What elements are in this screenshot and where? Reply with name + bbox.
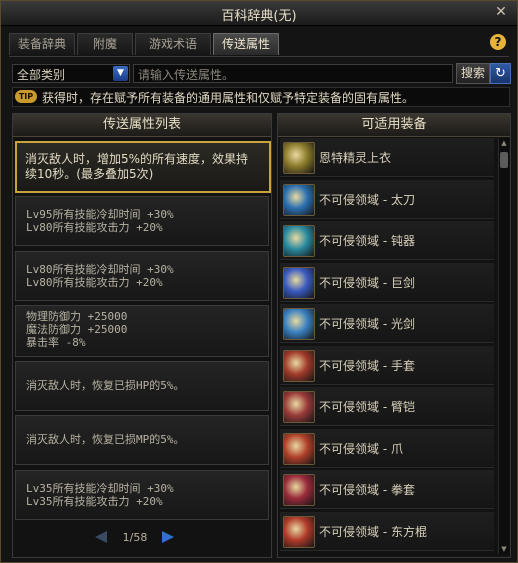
applicable-equipment-panel: 可适用装备 恩特精灵上衣不可侵领域 - 太刀 不可侵领域 - 钝器 不可侵领域 - … — [277, 113, 511, 558]
equipment-name: 不可侵领域 - 爪 — [319, 441, 403, 456]
property-line: 消灭敌人时，恢复已损HP的5%。 — [26, 379, 185, 392]
encyclopedia-window: 百科辞典(无) ✕ 装备辞典 附魔 游戏术语 传送属性 ? 全部类别 ▼ 请输入… — [0, 0, 518, 563]
equipment-item[interactable]: 不可侵领域 - 东方棍 — [280, 511, 494, 551]
divider — [9, 56, 509, 57]
equipment-item[interactable]: 不可侵领域 - 巨剑 — [280, 262, 494, 302]
window-title: 百科辞典(无) — [221, 9, 297, 24]
property-line: Lv80所有技能攻击力 +20% — [26, 276, 163, 289]
property-line: 消灭敌人时，恢复已损MP的5%。 — [26, 433, 185, 446]
search-placeholder: 请输入传送属性。 — [138, 68, 235, 82]
tab-enchant[interactable]: 附魔 — [77, 33, 133, 55]
mace-icon — [283, 225, 315, 257]
equipment-item[interactable]: 恩特精灵上衣 — [280, 138, 494, 177]
glove-icon — [283, 349, 315, 382]
equipment-item[interactable]: 不可侵领域 - 手套 — [280, 345, 494, 385]
next-page-icon[interactable] — [162, 531, 174, 543]
property-item[interactable]: 消灭敌人时，恢复已损HP的5%。 — [15, 361, 269, 411]
tip-bar: TIP 获得时，存在赋予所有装备的通用属性和仅赋予特定装备的固有属性。 — [12, 87, 510, 107]
equipment-item[interactable]: 不可侵领域 - 光剑 — [280, 304, 494, 343]
property-item[interactable]: Lv35所有技能冷却时间 +30% Lv35所有技能攻击力 +20% — [15, 470, 269, 520]
close-icon[interactable]: ✕ — [493, 4, 509, 20]
prev-page-icon[interactable] — [95, 531, 107, 543]
equipment-name: 不可侵领域 - 手套 — [319, 358, 415, 373]
applicable-equipment-header: 可适用装备 — [278, 114, 510, 137]
help-icon[interactable]: ? — [490, 34, 506, 50]
property-line: Lv35所有技能攻击力 +20% — [26, 495, 163, 508]
katana-icon — [283, 183, 315, 216]
equipment-name: 不可侵领域 - 钝器 — [319, 234, 415, 248]
scroll-up-icon[interactable]: ▲ — [500, 138, 508, 148]
equipment-name: 不可侵领域 - 东方棍 — [319, 524, 427, 539]
coat-icon — [283, 142, 315, 174]
equipment-name: 不可侵领域 - 臂铠 — [319, 400, 415, 414]
equipment-name: 不可侵领域 - 光剑 — [319, 317, 415, 331]
page-indicator: 1/58 — [122, 531, 148, 544]
property-line: 物理防御力 +25000 — [26, 310, 128, 323]
scroll-down-icon[interactable]: ▼ — [500, 544, 508, 554]
greatsword-icon — [283, 266, 315, 299]
equipment-name: 不可侵领域 - 拳套 — [319, 483, 415, 497]
equipment-name: 不可侵领域 - 巨剑 — [319, 275, 415, 290]
property-list-header: 传送属性列表 — [13, 114, 271, 137]
scrollbar[interactable]: ▲ ▼ — [498, 138, 509, 554]
tip-icon: TIP — [15, 90, 37, 103]
tip-text: 获得时，存在赋予所有装备的通用属性和仅赋予特定装备的固有属性。 — [42, 91, 415, 105]
property-line: 续10秒。(最多叠加5次) — [25, 167, 154, 181]
category-value: 全部类别 — [17, 68, 66, 82]
equipment-item[interactable]: 不可侵领域 - 臂铠 — [280, 387, 494, 426]
property-item[interactable]: Lv80所有技能冷却时间 +30% Lv80所有技能攻击力 +20% — [15, 251, 269, 301]
property-line: 暴击率 -8% — [26, 336, 86, 349]
tab-equipment-dictionary[interactable]: 装备辞典 — [9, 33, 75, 55]
equipment-name: 不可侵领域 - 太刀 — [319, 192, 415, 207]
equipment-item[interactable]: 不可侵领域 - 爪 — [280, 428, 494, 468]
property-item[interactable]: 消灭敌人时，恢复已损MP的5%。 — [15, 415, 269, 465]
scroll-thumb[interactable] — [500, 152, 508, 168]
refresh-icon[interactable]: ↻ — [490, 63, 511, 84]
chevron-down-icon[interactable]: ▼ — [113, 66, 128, 81]
tab-transfer-properties[interactable]: 传送属性 — [213, 33, 279, 55]
property-line: Lv95所有技能冷却时间 +30% — [26, 208, 174, 221]
staff-icon — [283, 515, 315, 548]
property-line: 魔法防御力 +25000 — [26, 323, 128, 336]
property-line: Lv35所有技能冷却时间 +30% — [26, 482, 174, 495]
search-input[interactable]: 请输入传送属性。 — [133, 64, 453, 83]
tab-game-terms[interactable]: 游戏术语 — [135, 33, 211, 55]
property-item[interactable]: 消灭敌人时，增加5%的所有速度，效果持 续10秒。(最多叠加5次) — [15, 141, 271, 193]
pagination: 1/58 — [13, 528, 271, 548]
property-item[interactable]: Lv95所有技能冷却时间 +30% Lv80所有技能攻击力 +20% — [15, 196, 269, 246]
property-line: Lv80所有技能冷却时间 +30% — [26, 263, 174, 276]
equipment-item[interactable]: 不可侵领域 - 太刀 — [280, 179, 494, 219]
claw-icon — [283, 432, 315, 465]
equipment-name: 恩特精灵上衣 — [319, 151, 392, 165]
property-list-panel: 传送属性列表 消灭敌人时，增加5%的所有速度，效果持 续10秒。(最多叠加5次)… — [12, 113, 272, 558]
equipment-item[interactable]: 不可侵领域 - 钝器 — [280, 221, 494, 260]
property-line: Lv80所有技能攻击力 +20% — [26, 221, 163, 234]
lightsaber-icon — [283, 308, 315, 340]
gauntlet-icon — [283, 391, 315, 423]
search-button[interactable]: 搜索 — [456, 63, 490, 84]
equipment-item[interactable]: 不可侵领域 - 拳套 — [280, 470, 494, 509]
knuckle-icon — [283, 474, 315, 506]
property-item[interactable]: 物理防御力 +25000 魔法防御力 +25000 暴击率 -8% — [15, 305, 269, 357]
property-line: 消灭敌人时，增加5%的所有速度，效果持 — [25, 152, 249, 166]
category-select[interactable]: 全部类别 ▼ — [12, 64, 130, 83]
title-bar[interactable]: 百科辞典(无) ✕ — [1, 1, 517, 26]
